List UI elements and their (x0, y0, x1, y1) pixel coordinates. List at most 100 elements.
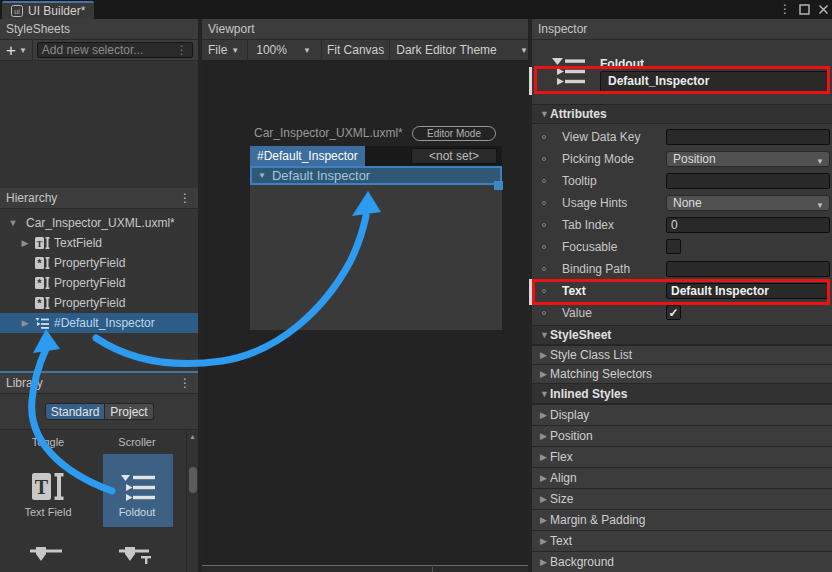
tab-ui-builder[interactable]: ui UI Builder* (2, 1, 94, 19)
value-checkbox[interactable]: ✓ (666, 305, 681, 320)
stylesheets-body (0, 61, 198, 188)
viewport-pane: Viewport File ▼ 100% ▼ Fit Canvas Dark E… (202, 19, 528, 572)
annotation-red-box-name (534, 66, 830, 94)
textfield-large-icon[interactable]: T (31, 471, 65, 506)
canvas-foldout-element[interactable]: ▼ Default Inspector (250, 166, 502, 185)
usage-hints-dropdown[interactable]: None▼ (666, 195, 830, 211)
attributes-section-header[interactable]: ▼Attributes (532, 104, 832, 124)
attribute-row: Focusable (532, 236, 832, 258)
scrollbar-thumb[interactable] (189, 467, 197, 493)
section-align[interactable]: ▶Align (532, 467, 832, 488)
expander-icon[interactable]: ▶ (20, 238, 30, 248)
propertyfield-icon: * (34, 296, 50, 310)
focusable-checkbox[interactable] (666, 239, 681, 254)
scroll-up-icon[interactable]: ▲ (189, 433, 196, 440)
add-selector-input[interactable]: Add new selector... ⋮ (37, 42, 193, 58)
section-style-class-list[interactable]: ▶Style Class List (532, 345, 832, 364)
attribute-dot-icon (542, 267, 546, 271)
override-indicator (529, 67, 532, 95)
attribute-row: Binding Path (532, 258, 832, 280)
fit-canvas-button[interactable]: Fit Canvas (327, 43, 384, 57)
hierarchy-row-textfield[interactable]: ▶TTextField (0, 233, 198, 253)
svg-text:T: T (35, 476, 49, 498)
viewport-toolbar: File ▼ 100% ▼ Fit Canvas Dark Editor The… (202, 40, 528, 61)
library-header: Library⋮ (0, 373, 198, 394)
library-tabbar: Standard Project (0, 394, 198, 430)
file-menu[interactable]: File (208, 43, 227, 57)
attribute-row: Tab Index0 (532, 214, 832, 236)
ui-builder-icon: ui (11, 5, 23, 17)
library-item-textfield-label[interactable]: Text Field (3, 506, 93, 518)
section-display[interactable]: ▶Display (532, 404, 832, 425)
section-text[interactable]: ▶Text (532, 530, 832, 551)
attribute-row: Tooltip (532, 170, 832, 192)
hierarchy-menu-icon[interactable]: ⋮ (179, 188, 191, 208)
tab-standard[interactable]: Standard (45, 403, 105, 420)
attribute-dot-icon (542, 157, 546, 161)
section-margin-padding[interactable]: ▶Margin & Padding (532, 509, 832, 530)
library-item-foldout-label[interactable]: Foldout (92, 506, 182, 518)
attribute-row: Picking ModePosition▼ (532, 148, 832, 170)
hierarchy-row-propertyfield[interactable]: *PropertyField (0, 293, 198, 313)
picking-mode-dropdown[interactable]: Position▼ (666, 151, 830, 167)
close-icon[interactable] (818, 4, 829, 15)
view-data-key-field[interactable] (666, 129, 830, 145)
svg-text:T: T (36, 239, 42, 249)
attribute-row: Usage HintsNone▼ (532, 192, 832, 214)
binding-path-field[interactable] (666, 261, 830, 277)
library-item-icon[interactable] (30, 546, 66, 565)
selection-resize-handle[interactable] (494, 181, 503, 190)
foldout-large-icon[interactable] (120, 473, 158, 508)
canvas-attach-field[interactable]: <not set> (411, 148, 497, 164)
section-matching-selectors[interactable]: ▶Matching Selectors (532, 364, 832, 383)
zoom-dropdown[interactable]: 100% (256, 43, 287, 57)
selector-options-icon[interactable]: ⋮ (176, 43, 188, 57)
canvas-selected-element-label[interactable]: #Default_Inspector (250, 146, 365, 166)
tooltip-field[interactable] (666, 173, 830, 189)
library-item-icon[interactable] (119, 546, 155, 567)
library-body: Toggle Scroller T Text Field Foldout ▲ (0, 430, 198, 572)
window-titlebar: ui UI Builder* ⋮ (0, 0, 832, 19)
section-position[interactable]: ▶Position (532, 425, 832, 446)
viewport-header: Viewport (202, 19, 528, 40)
hierarchy-row-propertyfield[interactable]: *PropertyField (0, 273, 198, 293)
attribute-dot-icon (542, 201, 546, 205)
attribute-dot-icon (542, 179, 546, 183)
inspector-header: Inspector (532, 19, 832, 40)
add-stylesheet-button[interactable]: + (6, 43, 16, 58)
hierarchy-row-propertyfield[interactable]: *PropertyField (0, 253, 198, 273)
editor-mode-badge: Editor Mode (412, 126, 496, 141)
attribute-dot-icon (542, 311, 546, 315)
section-inlined-styles[interactable]: ▼Inlined Styles (532, 383, 832, 404)
tab-index-field[interactable]: 0 (666, 217, 830, 233)
canvas-body (250, 185, 502, 330)
hierarchy-row--default-inspector[interactable]: ▶#Default_Inspector (0, 313, 198, 333)
section-flex[interactable]: ▶Flex (532, 446, 832, 467)
hierarchy-row-car-inspector-uxml-uxml-[interactable]: ▼Car_Inspector_UXML.uxml* (0, 213, 198, 233)
library-item-toggle-label[interactable]: Toggle (3, 436, 93, 448)
add-stylesheet-caret-icon[interactable]: ▼ (19, 46, 27, 55)
add-selector-placeholder: Add new selector... (42, 43, 143, 57)
hierarchy-tree: ▼Car_Inspector_UXML.uxml*▶TTextField*Pro… (0, 209, 198, 371)
override-indicator (529, 279, 532, 305)
maximize-icon[interactable] (799, 4, 810, 15)
attribute-row: Value✓ (532, 302, 832, 324)
library-item-scroller-label[interactable]: Scroller (92, 436, 182, 448)
expander-icon[interactable]: ▼ (8, 218, 18, 228)
canvas-element-header: #Default_Inspector <not set> (250, 146, 502, 166)
svg-text:*: * (37, 257, 42, 269)
tab-project[interactable]: Project (105, 403, 154, 420)
library-menu-icon[interactable]: ⋮ (179, 373, 191, 393)
canvas-foldout-label: Default Inspector (272, 168, 370, 183)
foldout-icon (34, 316, 50, 330)
section-size[interactable]: ▶Size (532, 488, 832, 509)
window-menu-icon[interactable]: ⋮ (779, 2, 791, 16)
viewport-scrollbar-horizontal[interactable] (202, 565, 528, 572)
section-stylesheet[interactable]: ▼StyleSheet (532, 325, 832, 345)
section-background[interactable]: ▶Background (532, 551, 832, 572)
svg-text:*: * (37, 277, 42, 289)
theme-dropdown[interactable]: Dark Editor Theme (396, 43, 496, 57)
svg-text:ui: ui (14, 8, 20, 15)
library-scrollbar[interactable]: ▲ (186, 430, 198, 572)
expander-icon[interactable]: ▶ (20, 318, 30, 328)
